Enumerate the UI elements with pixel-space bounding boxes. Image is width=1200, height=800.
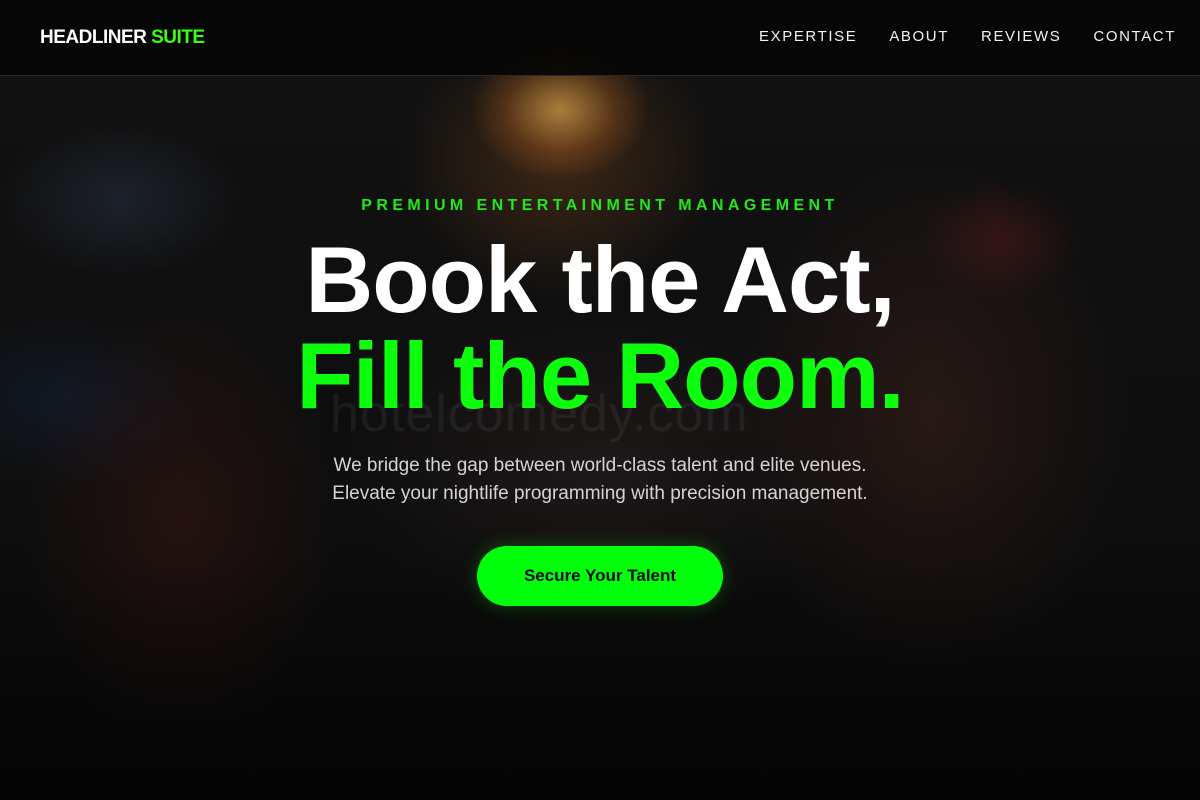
logo[interactable]: HEADLINER SUITE — [40, 26, 205, 50]
nav-link-contact[interactable]: CONTACT — [1093, 27, 1176, 47]
main-nav: EXPERTISE ABOUT REVIEWS CONTACT — [759, 27, 1176, 47]
hero-subtext: We bridge the gap between world-class ta… — [0, 452, 1200, 508]
subtext-line-2: Elevate your nightlife programming with … — [332, 483, 868, 504]
page: hotelcomedy.com HEADLINER SUITE EXPERTIS… — [0, 0, 1200, 800]
secure-talent-button[interactable]: Secure Your Talent — [477, 546, 723, 606]
nav-link-about[interactable]: ABOUT — [889, 27, 949, 47]
nav-link-expertise[interactable]: EXPERTISE — [759, 27, 857, 47]
nav-link-reviews[interactable]: REVIEWS — [981, 27, 1061, 47]
hero-headline: Book the Act, Fill the Room. — [0, 232, 1200, 424]
site-header: HEADLINER SUITE EXPERTISE ABOUT REVIEWS … — [0, 0, 1200, 76]
subtext-line-1: We bridge the gap between world-class ta… — [333, 455, 867, 476]
hero-eyebrow: PREMIUM ENTERTAINMENT MANAGEMENT — [361, 197, 839, 214]
logo-accent: SUITE — [151, 27, 205, 48]
logo-main: HEADLINER — [40, 27, 152, 48]
headline-line-2: Fill the Room. — [296, 323, 904, 428]
headline-line-1: Book the Act, — [305, 227, 895, 332]
